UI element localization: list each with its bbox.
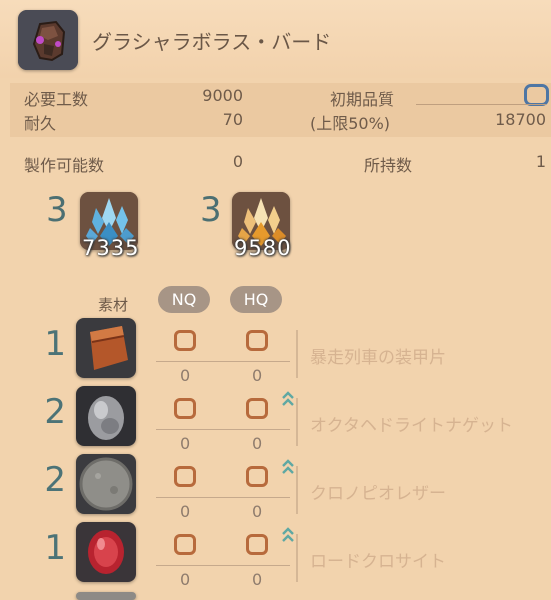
material-quantity: 1 bbox=[44, 324, 66, 364]
nq-count: 0 bbox=[180, 502, 191, 521]
hq-select-checkbox[interactable] bbox=[246, 466, 268, 487]
gemstone-icon[interactable] bbox=[76, 522, 136, 582]
required-progress-value: 9000 bbox=[202, 86, 243, 105]
material-column-divider bbox=[296, 466, 298, 514]
hq-count: 0 bbox=[252, 570, 263, 589]
crystal-count: 3 bbox=[200, 190, 222, 230]
craftable-label: 製作可能数 bbox=[24, 156, 105, 175]
ore-nugget-icon[interactable] bbox=[76, 386, 136, 446]
nq-select-checkbox[interactable] bbox=[174, 398, 196, 419]
owned-value: 1 bbox=[535, 152, 546, 171]
material-row-divider bbox=[156, 497, 290, 498]
hq-count: 0 bbox=[252, 502, 263, 521]
armor-plate-icon[interactable] bbox=[76, 318, 136, 378]
leather-cuirass-icon[interactable] bbox=[18, 10, 78, 70]
hq-select-checkbox[interactable] bbox=[246, 398, 268, 419]
hq-available-chevron-icon bbox=[282, 459, 294, 474]
nq-count: 0 bbox=[180, 570, 191, 589]
nq-button[interactable]: NQ bbox=[158, 286, 210, 313]
material-column-divider bbox=[296, 534, 298, 582]
material-quantity: 2 bbox=[44, 392, 66, 432]
hq-select-checkbox[interactable] bbox=[246, 534, 268, 555]
next-material-icon bbox=[76, 592, 136, 600]
crystal-count: 3 bbox=[46, 190, 68, 230]
material-name: ロードクロサイト bbox=[310, 552, 446, 572]
hq-button[interactable]: HQ bbox=[230, 286, 282, 313]
hq-count: 0 bbox=[252, 434, 263, 453]
material-column-divider bbox=[296, 330, 298, 378]
material-name: クロノピオレザー bbox=[310, 484, 446, 504]
material-quantity: 2 bbox=[44, 460, 66, 500]
crystal-stock: 9580 bbox=[234, 236, 292, 260]
hq-count: 0 bbox=[252, 366, 263, 385]
nq-count: 0 bbox=[180, 434, 191, 453]
nq-select-checkbox[interactable] bbox=[174, 330, 196, 351]
required-progress-label: 必要工数 bbox=[24, 90, 89, 109]
material-row-divider bbox=[156, 429, 290, 430]
nq-select-checkbox[interactable] bbox=[174, 466, 196, 487]
owned-label: 所持数 bbox=[364, 156, 413, 175]
craftable-value: 0 bbox=[232, 152, 243, 171]
material-row-divider bbox=[156, 361, 290, 362]
crystal-stock: 7335 bbox=[82, 236, 140, 260]
initial-quality-underline bbox=[416, 104, 546, 105]
leather-icon[interactable] bbox=[76, 454, 136, 514]
material-column-divider bbox=[296, 398, 298, 446]
hq-available-chevron-icon bbox=[282, 527, 294, 542]
durability-value: 70 bbox=[222, 110, 243, 129]
hq-select-checkbox[interactable] bbox=[246, 330, 268, 351]
durability-label: 耐久 bbox=[24, 114, 57, 133]
material-row-divider bbox=[156, 565, 290, 566]
nq-select-checkbox[interactable] bbox=[174, 534, 196, 555]
material-name: オクタヘドライトナゲット bbox=[310, 416, 513, 436]
quality-cap-value: 18700 bbox=[495, 110, 546, 129]
materials-label: 素材 bbox=[98, 296, 129, 314]
initial-quality-label: 初期品質 bbox=[330, 90, 395, 109]
initial-quality-input[interactable] bbox=[524, 84, 549, 106]
material-quantity: 1 bbox=[44, 528, 66, 568]
nq-count: 0 bbox=[180, 366, 191, 385]
hq-available-chevron-icon bbox=[282, 391, 294, 406]
item-name: グラシャラボラス・バード bbox=[92, 30, 332, 54]
material-name: 暴走列車の装甲片 bbox=[310, 348, 446, 368]
quality-cap-label: (上限50%) bbox=[310, 114, 391, 133]
